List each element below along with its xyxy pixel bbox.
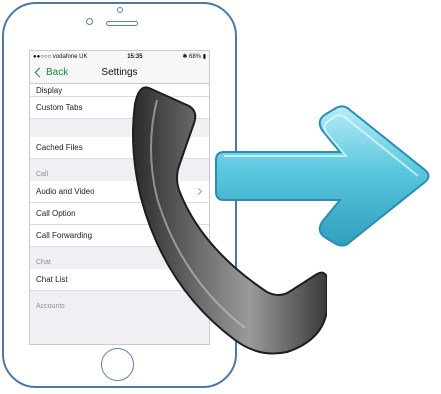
battery-percent: 68% (189, 54, 202, 60)
camera-icon (117, 7, 123, 13)
back-button[interactable]: Back (30, 67, 68, 78)
chevron-left-icon (34, 67, 45, 78)
row-label: Call Option (36, 209, 76, 218)
speaker-icon (106, 21, 138, 26)
carrier-label: ●●○○○ vodafone UK (33, 53, 88, 60)
row-label: Audio and Video (36, 187, 95, 196)
row-label: Display (36, 85, 63, 95)
row-label: Cached Files (36, 143, 83, 152)
stage: ●●○○○ vodafone UK 15:35 ✱ 68% ▮ Back Set… (0, 0, 441, 394)
status-bar: ●●○○○ vodafone UK 15:35 ✱ 68% ▮ (30, 51, 209, 62)
sensor-icon (86, 18, 93, 25)
row-label: Custom Tabs (36, 103, 83, 112)
row-label: Chat List (36, 275, 68, 284)
status-time: 15:35 (127, 53, 143, 60)
back-label: Back (46, 67, 69, 78)
row-label: Call Forwarding (36, 231, 93, 240)
phone-handset-icon (132, 86, 327, 355)
battery-label: ✱ 68% ▮ (182, 54, 206, 60)
